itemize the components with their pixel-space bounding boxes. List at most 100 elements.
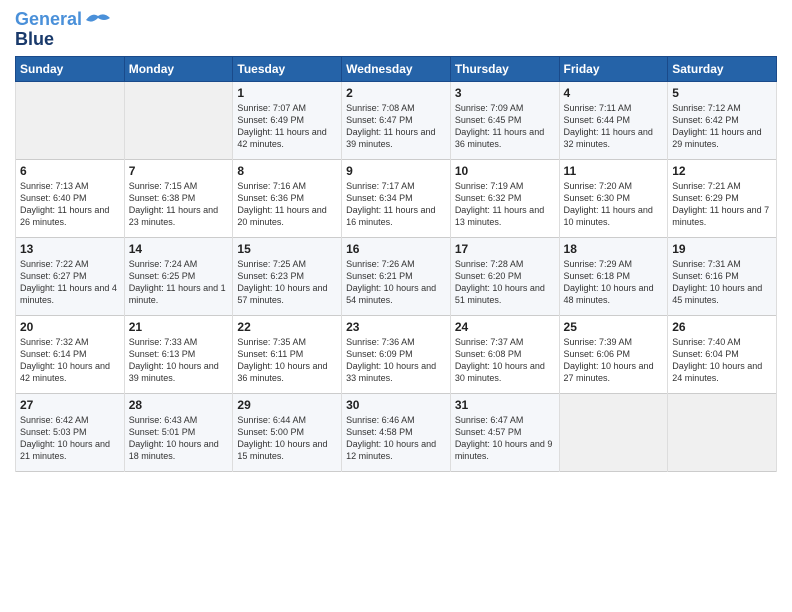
- week-row-3: 13Sunrise: 7:22 AM Sunset: 6:27 PM Dayli…: [16, 237, 777, 315]
- day-info: Sunrise: 7:33 AM Sunset: 6:13 PM Dayligh…: [129, 336, 229, 385]
- day-number: 29: [237, 398, 337, 412]
- calendar-cell: 31 Sunrise: 6:47 AM Sunset: 4:57 PM Dayli…: [450, 393, 559, 471]
- week-row-2: 6 Sunrise: 7:13 AM Sunset: 6:40 PM Daylig…: [16, 159, 777, 237]
- day-info: Sunrise: 7:08 AM Sunset: 6:47 PM Dayligh…: [346, 102, 446, 151]
- day-info: Sunrise: 7:16 AM Sunset: 6:36 PM Dayligh…: [237, 180, 337, 229]
- day-info: Sunrise: 7:26 AM Sunset: 6:21 PM Dayligh…: [346, 258, 446, 307]
- day-number: 17: [455, 242, 555, 256]
- logo-text: General: [15, 10, 82, 30]
- day-info: Sunrise: 7:07 AM Sunset: 6:49 PM Dayligh…: [237, 102, 337, 151]
- week-row-1: 1 Sunrise: 7:07 AM Sunset: 6:49 PM Daylig…: [16, 81, 777, 159]
- calendar-cell: 15 Sunrise: 7:25 AM Sunset: 6:23 PM Dayli…: [233, 237, 342, 315]
- calendar-cell: [668, 393, 777, 471]
- calendar-cell: 14Sunrise: 7:24 AM Sunset: 6:25 PM Dayli…: [124, 237, 233, 315]
- day-info: Sunrise: 7:20 AM Sunset: 6:30 PM Dayligh…: [564, 180, 664, 229]
- day-number: 25: [564, 320, 664, 334]
- calendar-cell: 28 Sunrise: 6:43 AM Sunset: 5:01 PM Dayli…: [124, 393, 233, 471]
- column-header-thursday: Thursday: [450, 56, 559, 81]
- calendar-cell: 27 Sunrise: 6:42 AM Sunset: 5:03 PM Dayli…: [16, 393, 125, 471]
- day-number: 19: [672, 242, 772, 256]
- day-number: 18: [564, 242, 664, 256]
- day-info: Sunrise: 7:40 AM Sunset: 6:04 PM Dayligh…: [672, 336, 772, 385]
- calendar-cell: 6 Sunrise: 7:13 AM Sunset: 6:40 PM Daylig…: [16, 159, 125, 237]
- calendar-cell: 25 Sunrise: 7:39 AM Sunset: 6:06 PM Dayli…: [559, 315, 668, 393]
- calendar-cell: 10 Sunrise: 7:19 AM Sunset: 6:32 PM Dayli…: [450, 159, 559, 237]
- day-info: Sunrise: 6:46 AM Sunset: 4:58 PM Dayligh…: [346, 414, 446, 463]
- day-info: Sunrise: 7:32 AM Sunset: 6:14 PM Dayligh…: [20, 336, 120, 385]
- day-number: 22: [237, 320, 337, 334]
- column-header-wednesday: Wednesday: [342, 56, 451, 81]
- day-number: 21: [129, 320, 229, 334]
- week-row-4: 20 Sunrise: 7:32 AM Sunset: 6:14 PM Dayli…: [16, 315, 777, 393]
- calendar-cell: [16, 81, 125, 159]
- day-number: 30: [346, 398, 446, 412]
- day-info: Sunrise: 7:39 AM Sunset: 6:06 PM Dayligh…: [564, 336, 664, 385]
- logo-bird-icon: [84, 10, 112, 30]
- calendar-cell: 3 Sunrise: 7:09 AM Sunset: 6:45 PM Daylig…: [450, 81, 559, 159]
- day-number: 8: [237, 164, 337, 178]
- column-header-sunday: Sunday: [16, 56, 125, 81]
- logo-blue: Blue: [15, 30, 54, 50]
- day-number: 11: [564, 164, 664, 178]
- day-number: 9: [346, 164, 446, 178]
- calendar-cell: 18 Sunrise: 7:29 AM Sunset: 6:18 PM Dayli…: [559, 237, 668, 315]
- day-number: 4: [564, 86, 664, 100]
- day-number: 28: [129, 398, 229, 412]
- calendar-cell: 17 Sunrise: 7:28 AM Sunset: 6:20 PM Dayli…: [450, 237, 559, 315]
- day-number: 24: [455, 320, 555, 334]
- day-number: 10: [455, 164, 555, 178]
- page: General Blue SundayMondayTuesdayWednesda…: [0, 0, 792, 612]
- header: General Blue: [15, 10, 777, 50]
- calendar-cell: 11 Sunrise: 7:20 AM Sunset: 6:30 PM Dayli…: [559, 159, 668, 237]
- day-number: 12: [672, 164, 772, 178]
- column-header-monday: Monday: [124, 56, 233, 81]
- day-number: 15: [237, 242, 337, 256]
- day-info: Sunrise: 6:43 AM Sunset: 5:01 PM Dayligh…: [129, 414, 229, 463]
- day-number: 6: [20, 164, 120, 178]
- calendar-cell: 30 Sunrise: 6:46 AM Sunset: 4:58 PM Dayli…: [342, 393, 451, 471]
- header-row: SundayMondayTuesdayWednesdayThursdayFrid…: [16, 56, 777, 81]
- day-number: 7: [129, 164, 229, 178]
- day-info: Sunrise: 7:35 AM Sunset: 6:11 PM Dayligh…: [237, 336, 337, 385]
- day-info: Sunrise: 7:12 AM Sunset: 6:42 PM Dayligh…: [672, 102, 772, 151]
- calendar-cell: 8 Sunrise: 7:16 AM Sunset: 6:36 PM Daylig…: [233, 159, 342, 237]
- column-header-friday: Friday: [559, 56, 668, 81]
- day-number: 3: [455, 86, 555, 100]
- day-info: Sunrise: 7:22 AM Sunset: 6:27 PM Dayligh…: [20, 258, 120, 307]
- day-info: Sunrise: 6:44 AM Sunset: 5:00 PM Dayligh…: [237, 414, 337, 463]
- day-info: Sunrise: 7:13 AM Sunset: 6:40 PM Dayligh…: [20, 180, 120, 229]
- day-info: Sunrise: 7:11 AM Sunset: 6:44 PM Dayligh…: [564, 102, 664, 151]
- day-number: 1: [237, 86, 337, 100]
- calendar-cell: 24Sunrise: 7:37 AM Sunset: 6:08 PM Dayli…: [450, 315, 559, 393]
- day-number: 31: [455, 398, 555, 412]
- calendar-cell: [124, 81, 233, 159]
- day-number: 20: [20, 320, 120, 334]
- day-number: 27: [20, 398, 120, 412]
- day-number: 26: [672, 320, 772, 334]
- calendar-cell: [559, 393, 668, 471]
- day-info: Sunrise: 7:19 AM Sunset: 6:32 PM Dayligh…: [455, 180, 555, 229]
- calendar-cell: 13Sunrise: 7:22 AM Sunset: 6:27 PM Dayli…: [16, 237, 125, 315]
- day-info: Sunrise: 7:36 AM Sunset: 6:09 PM Dayligh…: [346, 336, 446, 385]
- calendar-cell: 1 Sunrise: 7:07 AM Sunset: 6:49 PM Daylig…: [233, 81, 342, 159]
- calendar-cell: 5 Sunrise: 7:12 AM Sunset: 6:42 PM Daylig…: [668, 81, 777, 159]
- calendar-cell: 23Sunrise: 7:36 AM Sunset: 6:09 PM Dayli…: [342, 315, 451, 393]
- day-info: Sunrise: 6:47 AM Sunset: 4:57 PM Dayligh…: [455, 414, 555, 463]
- calendar-table: SundayMondayTuesdayWednesdayThursdayFrid…: [15, 56, 777, 472]
- day-info: Sunrise: 7:09 AM Sunset: 6:45 PM Dayligh…: [455, 102, 555, 151]
- day-number: 14: [129, 242, 229, 256]
- calendar-cell: 7Sunrise: 7:15 AM Sunset: 6:38 PM Daylig…: [124, 159, 233, 237]
- day-info: Sunrise: 7:25 AM Sunset: 6:23 PM Dayligh…: [237, 258, 337, 307]
- day-number: 5: [672, 86, 772, 100]
- week-row-5: 27 Sunrise: 6:42 AM Sunset: 5:03 PM Dayli…: [16, 393, 777, 471]
- calendar-cell: 20 Sunrise: 7:32 AM Sunset: 6:14 PM Dayli…: [16, 315, 125, 393]
- day-info: Sunrise: 7:28 AM Sunset: 6:20 PM Dayligh…: [455, 258, 555, 307]
- calendar-cell: 29 Sunrise: 6:44 AM Sunset: 5:00 PM Dayli…: [233, 393, 342, 471]
- calendar-cell: 26 Sunrise: 7:40 AM Sunset: 6:04 PM Dayli…: [668, 315, 777, 393]
- day-info: Sunrise: 7:21 AM Sunset: 6:29 PM Dayligh…: [672, 180, 772, 229]
- day-info: Sunrise: 6:42 AM Sunset: 5:03 PM Dayligh…: [20, 414, 120, 463]
- day-number: 16: [346, 242, 446, 256]
- day-info: Sunrise: 7:31 AM Sunset: 6:16 PM Dayligh…: [672, 258, 772, 307]
- day-info: Sunrise: 7:29 AM Sunset: 6:18 PM Dayligh…: [564, 258, 664, 307]
- logo: General Blue: [15, 10, 112, 50]
